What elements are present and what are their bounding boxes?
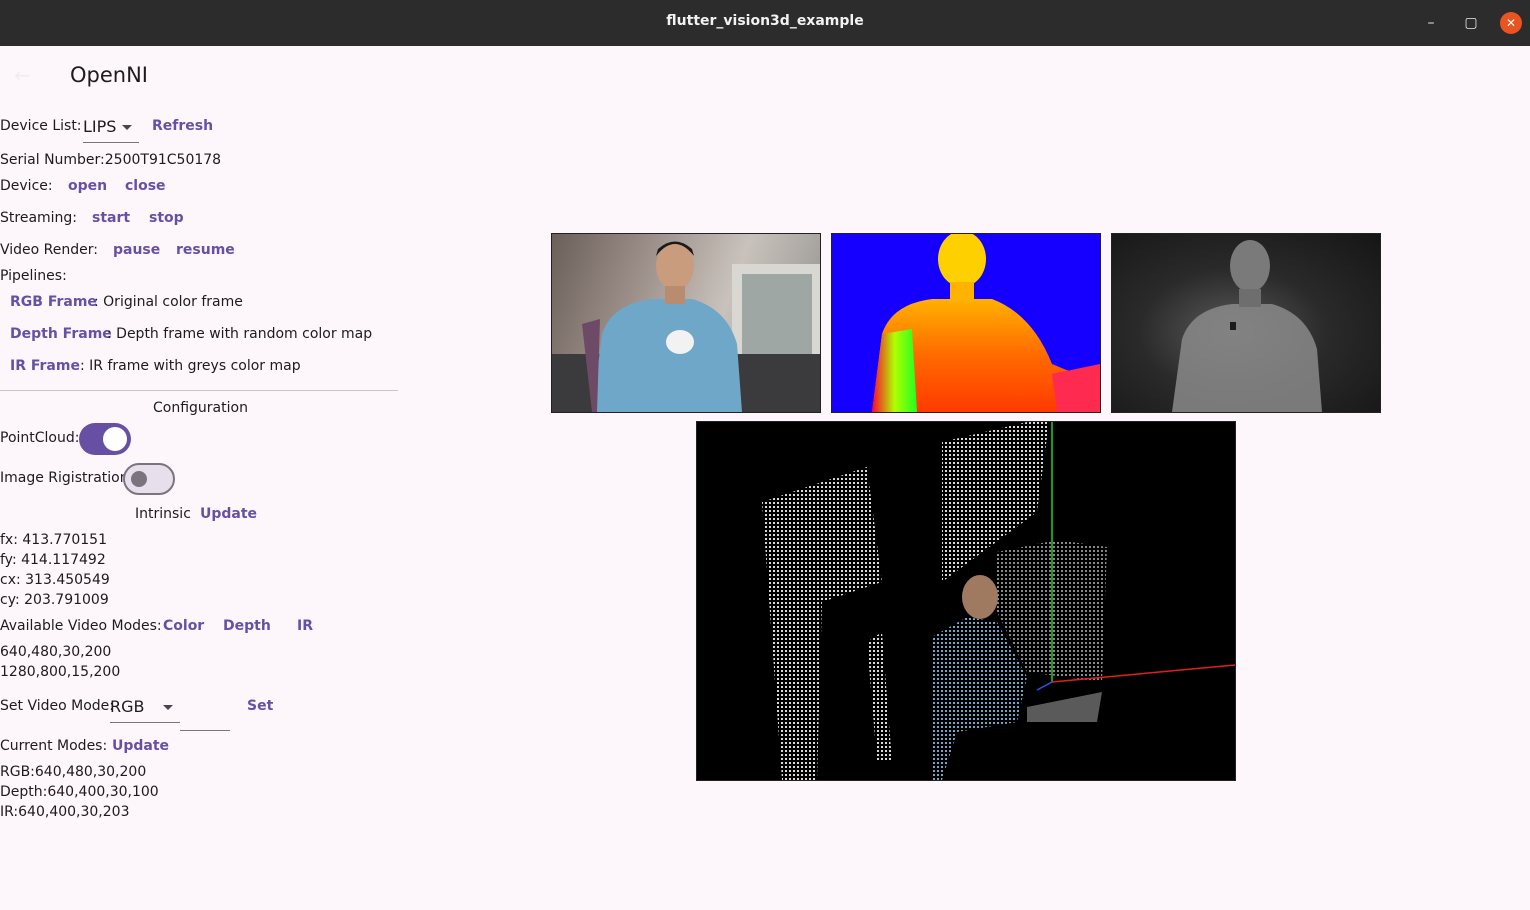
- ir-frame-button[interactable]: IR Frame: [10, 358, 80, 374]
- depth-frame-image: [872, 234, 1100, 412]
- intrinsic-cx: cx: 313.450549: [0, 572, 110, 588]
- device-dropdown-value[interactable]: LIPS: [83, 117, 116, 136]
- refresh-button[interactable]: Refresh: [152, 118, 213, 134]
- depth-frame-button[interactable]: Depth Frame: [10, 326, 112, 342]
- arrow-back-icon[interactable]: ←: [14, 63, 38, 87]
- window-titlebar: flutter_vision3d_example – ▢ ✕: [0, 0, 1530, 46]
- ir-frame-image: [1172, 240, 1322, 412]
- registration-toggle[interactable]: [123, 463, 175, 495]
- depth-frame-desc: : Depth frame with random color map: [107, 326, 373, 342]
- rgb-frame-view: [551, 233, 821, 413]
- chevron-down-icon[interactable]: [163, 705, 173, 710]
- current-mode-depth: Depth:640,400,30,100: [0, 784, 159, 800]
- video-mode-field-underline: [180, 730, 230, 731]
- intrinsic-label: Intrinsic: [135, 506, 191, 522]
- pointcloud-toggle[interactable]: [79, 423, 131, 455]
- streaming-label: Streaming:: [0, 210, 78, 226]
- device-label: Device:: [0, 178, 53, 194]
- pointcloud-view: [696, 421, 1236, 781]
- set-mode-button[interactable]: Set: [247, 698, 273, 714]
- registration-label: Image Rigistration: [0, 470, 129, 486]
- ir-mode-button[interactable]: IR: [297, 618, 313, 634]
- device-list-label: Device List:: [0, 118, 82, 134]
- video-mode-item: 1280,800,15,200: [0, 664, 121, 680]
- current-modes-update-button[interactable]: Update: [112, 738, 169, 754]
- depth-mode-button[interactable]: Depth: [223, 618, 271, 634]
- toggle-knob: [103, 427, 127, 451]
- close-icon[interactable]: ✕: [1500, 12, 1522, 34]
- resume-button[interactable]: resume: [176, 242, 235, 258]
- device-dropdown-underline: [83, 142, 139, 143]
- serial-number: Serial Number:2500T91C50178: [0, 152, 222, 168]
- video-render-label: Video Render:: [0, 242, 98, 258]
- current-modes-label: Current Modes:: [0, 738, 108, 754]
- open-button[interactable]: open: [68, 178, 107, 194]
- ir-frame-view: [1111, 233, 1381, 413]
- window-title: flutter_vision3d_example: [666, 13, 864, 29]
- intrinsic-update-button[interactable]: Update: [200, 506, 257, 522]
- ir-frame-desc: : IR frame with greys color map: [80, 358, 301, 374]
- set-video-mode-label: Set Video Mode:: [0, 698, 114, 714]
- pause-button[interactable]: pause: [113, 242, 160, 258]
- section-divider: [0, 390, 398, 391]
- color-mode-button[interactable]: Color: [163, 618, 204, 634]
- video-mode-dropdown-value[interactable]: RGB: [110, 697, 145, 716]
- page-title: OpenNI: [70, 63, 148, 87]
- pipelines-label: Pipelines:: [0, 268, 67, 284]
- pointcloud-image: [762, 422, 1235, 780]
- intrinsic-fx: fx: 413.770151: [0, 532, 107, 548]
- rgb-frame-desc: : Original color frame: [94, 294, 243, 310]
- close-button[interactable]: close: [125, 178, 166, 194]
- rgb-frame-image: [552, 241, 820, 412]
- pointcloud-label: PointCloud:: [0, 430, 80, 446]
- rgb-frame-button[interactable]: RGB Frame: [10, 294, 97, 310]
- configuration-title: Configuration: [153, 400, 248, 416]
- video-mode-dropdown-underline: [110, 722, 180, 723]
- intrinsic-cy: cy: 203.791009: [0, 592, 109, 608]
- depth-frame-view: [831, 233, 1101, 413]
- chevron-down-icon[interactable]: [122, 125, 132, 130]
- maximize-icon[interactable]: ▢: [1460, 12, 1482, 34]
- stop-button[interactable]: stop: [149, 210, 184, 226]
- start-button[interactable]: start: [92, 210, 130, 226]
- minimize-icon[interactable]: –: [1420, 12, 1442, 34]
- toggle-knob: [131, 471, 147, 487]
- current-mode-ir: IR:640,400,30,203: [0, 804, 130, 820]
- current-mode-rgb: RGB:640,480,30,200: [0, 764, 147, 780]
- video-mode-item: 640,480,30,200: [0, 644, 112, 660]
- video-modes-label: Available Video Modes:: [0, 618, 162, 634]
- intrinsic-fy: fy: 414.117492: [0, 552, 106, 568]
